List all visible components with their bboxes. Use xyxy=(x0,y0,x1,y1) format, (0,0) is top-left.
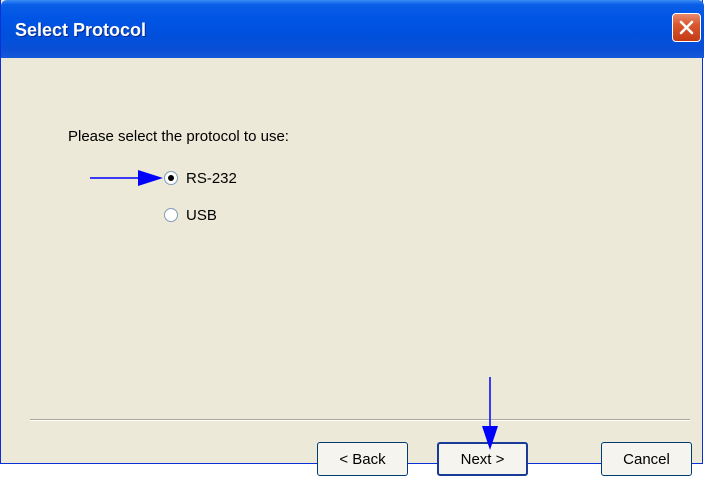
annotation-overlay xyxy=(90,170,498,450)
arrow-icon xyxy=(90,170,163,186)
arrow-icon xyxy=(482,377,498,450)
